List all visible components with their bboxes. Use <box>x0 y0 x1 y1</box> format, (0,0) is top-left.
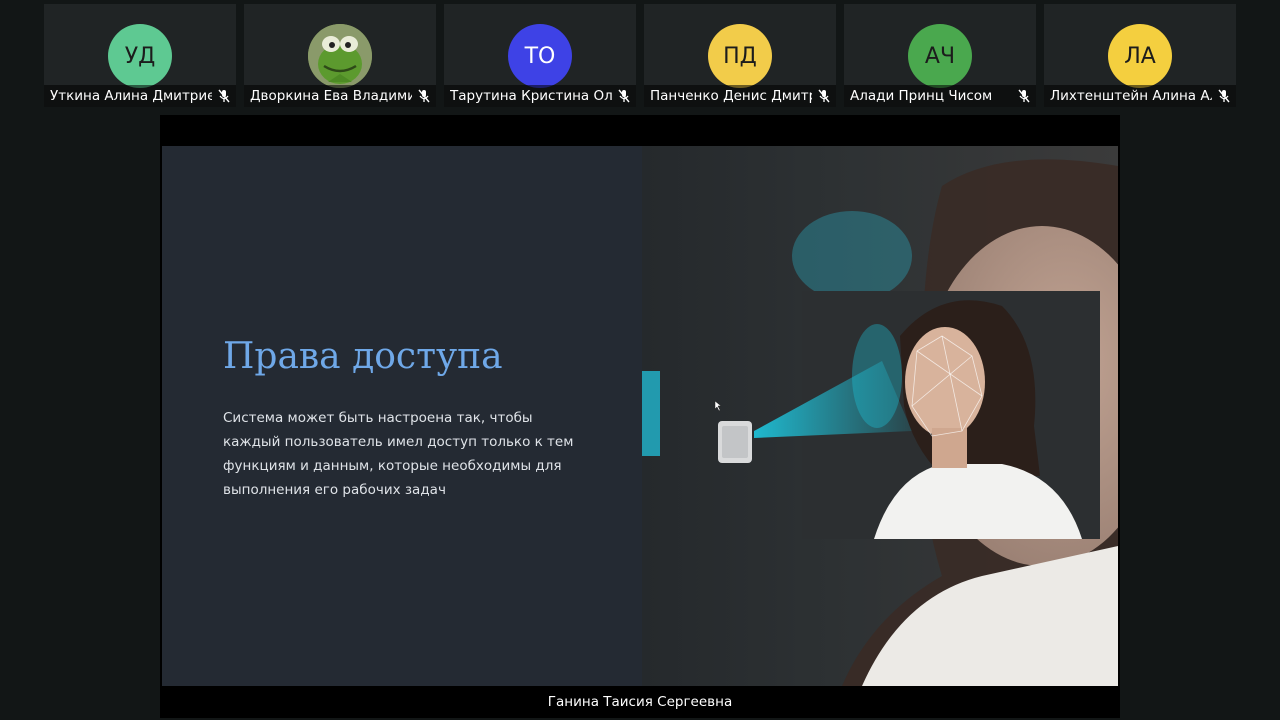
presentation-slide: Права доступа Система может быть настрое… <box>162 146 1118 686</box>
face-recognition-illustration <box>642 159 1118 686</box>
mic-muted-icon <box>818 89 830 103</box>
avatar-initials: ПД <box>723 43 757 69</box>
mic-muted-icon <box>1018 89 1030 103</box>
slide-text-panel: Права доступа Система может быть настрое… <box>162 146 642 686</box>
mic-muted-icon <box>618 89 630 103</box>
participant-name: Панченко Денис Дмитриевич <box>650 88 812 104</box>
speaker-name-bar: Ганина Таисия Сергеевна <box>160 686 1120 718</box>
participant-name-bar: Алади Принц Чисом <box>844 85 1036 107</box>
speaker-name: Ганина Таисия Сергеевна <box>547 694 733 710</box>
participant-strip: УД Уткина Алина Дмитриева <box>44 4 1238 107</box>
slide-image-panel <box>642 146 1118 686</box>
slide-title: Права доступа <box>223 336 503 377</box>
participant-name-bar: Дворкина Ева Владимировна <box>244 85 436 107</box>
avatar-initials: ЛА <box>1124 43 1156 69</box>
avatar-initials: АЧ <box>924 43 956 69</box>
video-conference-window: УД Уткина Алина Дмитриева <box>0 0 1280 720</box>
avatar: ПД <box>708 24 772 88</box>
mic-muted-icon <box>418 89 430 103</box>
participant-name-bar: Лихтенштейн Алина Алексеевна <box>1044 85 1236 107</box>
participant-name-bar: Уткина Алина Дмитриева <box>44 85 236 107</box>
participant-name: Дворкина Ева Владимировна <box>250 88 412 104</box>
participant-tile[interactable]: ЛА Лихтенштейн Алина Алексеевна <box>1044 4 1236 107</box>
participant-name: Уткина Алина Дмитриева <box>50 88 212 104</box>
slide-body-text: Система может быть настроена так, чтобы … <box>223 410 574 498</box>
avatar-initials: ТО <box>524 43 556 69</box>
participant-name: Тарутина Кристина Олеговна <box>450 88 612 104</box>
avatar: АЧ <box>908 24 972 88</box>
participant-tile[interactable]: Дворкина Ева Владимировна <box>244 4 436 107</box>
mic-muted-icon <box>218 89 230 103</box>
avatar: УД <box>108 24 172 88</box>
avatar-initials: УД <box>124 43 156 69</box>
participant-tile[interactable]: УД Уткина Алина Дмитриева <box>44 4 236 107</box>
participant-name: Алади Принц Чисом <box>850 88 993 104</box>
mic-muted-icon <box>1218 89 1230 103</box>
avatar <box>308 24 372 88</box>
avatar: ЛА <box>1108 24 1172 88</box>
avatar: ТО <box>508 24 572 88</box>
participant-name: Лихтенштейн Алина Алексеевна <box>1050 88 1212 104</box>
participant-tile[interactable]: ПД Панченко Денис Дмитриевич <box>644 4 836 107</box>
participant-tile[interactable]: ТО Тарутина Кристина Олеговна <box>444 4 636 107</box>
participant-name-bar: Тарутина Кристина Олеговна <box>444 85 636 107</box>
shared-screen[interactable]: Права доступа Система может быть настрое… <box>160 115 1120 718</box>
participant-name-bar: Панченко Денис Дмитриевич <box>644 85 836 107</box>
kermit-avatar-photo <box>308 24 372 88</box>
participant-tile[interactable]: АЧ Алади Принц Чисом <box>844 4 1036 107</box>
